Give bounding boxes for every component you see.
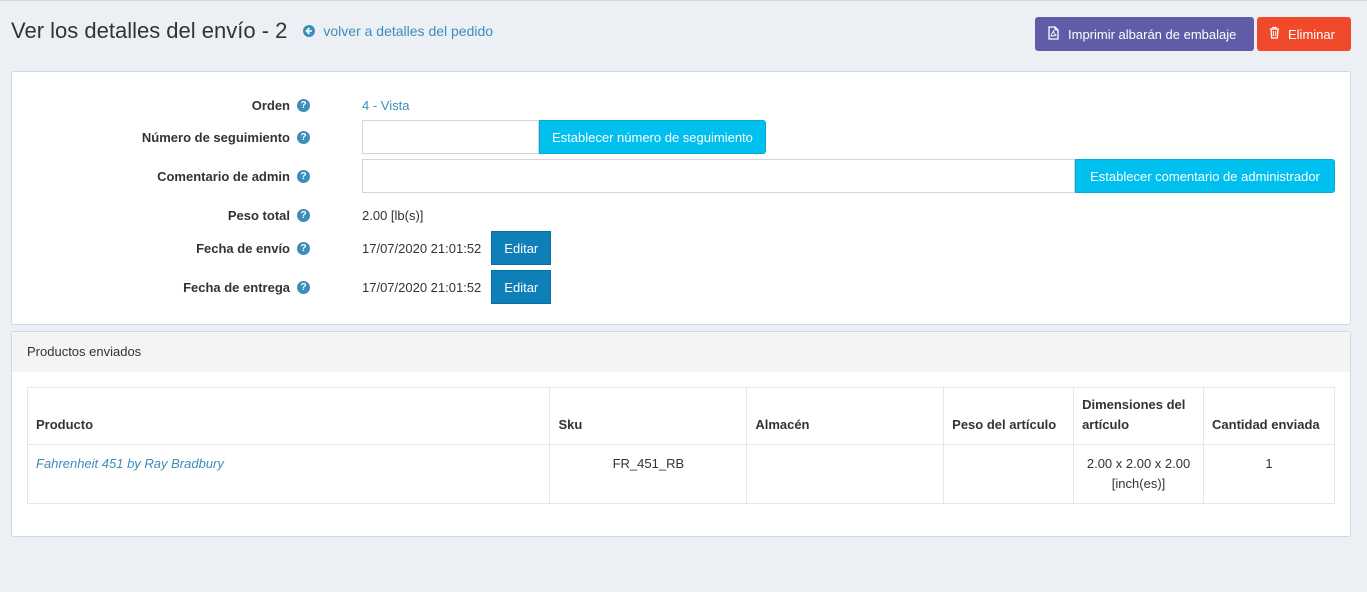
set-admin-comment-button[interactable]: Establecer comentario de administrador xyxy=(1075,159,1335,193)
help-icon[interactable]: ? xyxy=(297,98,310,112)
page-title: Ver los detalles del envío - 2 xyxy=(11,18,288,43)
cell-item-dimensions: 2.00 x 2.00 x 2.00 [inch(es)] xyxy=(1073,444,1205,504)
delivery-date-group: 17/07/2020 21:01:52 Editar xyxy=(362,270,552,304)
delivery-date-value: 17/07/2020 21:01:52 xyxy=(362,279,482,295)
back-to-order-link[interactable]: volver a detalles del pedido xyxy=(303,23,493,39)
help-icon[interactable]: ? xyxy=(297,241,310,255)
delete-button-label: Eliminar xyxy=(1288,26,1335,42)
page-header: Ver los detalles del envío - 2 volver a … xyxy=(11,16,493,46)
ship-date-label-text: Fecha de envío xyxy=(196,240,290,256)
column-header-product[interactable]: Producto xyxy=(26,387,551,445)
delivery-date-label-text: Fecha de entrega xyxy=(183,279,290,295)
cell-item-weight xyxy=(943,444,1075,504)
order-label-text: Orden xyxy=(251,97,290,113)
ship-date-group: 17/07/2020 21:01:52 Editar xyxy=(362,231,552,265)
arrow-circle-left-icon xyxy=(303,25,316,37)
total-weight-label-text: Peso total xyxy=(227,207,290,223)
delete-button[interactable]: Eliminar xyxy=(1257,17,1351,51)
edit-delivery-date-button[interactable]: Editar xyxy=(491,270,552,304)
column-header-quantity-shipped[interactable]: Cantidad enviada xyxy=(1203,387,1335,445)
tracking-number-group: Establecer número de seguimiento xyxy=(362,120,766,154)
help-icon[interactable]: ? xyxy=(297,130,310,144)
admin-comment-input[interactable] xyxy=(362,159,1075,193)
set-tracking-number-button[interactable]: Establecer número de seguimiento xyxy=(539,120,766,154)
cell-quantity-shipped: 1 xyxy=(1203,444,1335,504)
help-icon[interactable]: ? xyxy=(297,208,310,222)
column-header-sku[interactable]: Sku xyxy=(549,387,748,445)
order-link[interactable]: 4 - Vista xyxy=(362,98,409,113)
admin-comment-label-text: Comentario de admin xyxy=(157,168,290,184)
ship-date-label: Fecha de envío ? xyxy=(196,238,310,258)
ship-date-value: 17/07/2020 21:01:52 xyxy=(362,240,482,256)
order-value: 4 - Vista xyxy=(362,95,409,115)
edit-ship-date-button[interactable]: Editar xyxy=(491,231,552,265)
shipped-products-panel: Productos enviados Producto Sku Almacén … xyxy=(11,331,1351,537)
cell-sku: FR_451_RB xyxy=(549,444,748,504)
table-header-row: Producto Sku Almacén Peso del artículo D… xyxy=(26,387,1335,445)
shipped-products-title: Productos enviados xyxy=(12,332,1350,372)
total-weight-label: Peso total ? xyxy=(228,205,310,225)
shipped-products-table: Producto Sku Almacén Peso del artículo D… xyxy=(26,387,1335,504)
tracking-number-input[interactable] xyxy=(362,120,539,154)
print-packaging-slip-button[interactable]: Imprimir albarán de embalaje xyxy=(1035,17,1254,51)
column-header-warehouse[interactable]: Almacén xyxy=(746,387,945,445)
table-row: Fahrenheit 451 by Ray Bradbury FR_451_RB… xyxy=(26,444,1335,504)
order-label: Orden ? xyxy=(252,95,310,115)
delivery-date-label: Fecha de entrega ? xyxy=(183,277,310,297)
shipment-info-panel: Orden ? 4 - Vista Número de seguimiento … xyxy=(11,71,1351,325)
tracking-number-label: Número de seguimiento ? xyxy=(142,127,310,147)
cell-product: Fahrenheit 451 by Ray Bradbury xyxy=(26,444,551,504)
trash-icon xyxy=(1269,26,1288,42)
print-button-label: Imprimir albarán de embalaje xyxy=(1068,26,1237,42)
cell-warehouse xyxy=(746,444,945,504)
product-link[interactable]: Fahrenheit 451 by Ray Bradbury xyxy=(36,456,224,471)
back-link-label: volver a detalles del pedido xyxy=(323,23,494,39)
help-icon[interactable]: ? xyxy=(297,169,310,183)
help-icon[interactable]: ? xyxy=(297,280,310,294)
file-pdf-icon xyxy=(1047,25,1068,43)
total-weight-value: 2.00 [lb(s)] xyxy=(362,207,424,223)
column-header-item-weight[interactable]: Peso del artículo xyxy=(943,387,1075,445)
tracking-label-text: Número de seguimiento xyxy=(141,129,290,145)
admin-comment-group: Establecer comentario de administrador xyxy=(362,159,1335,193)
column-header-item-dimensions[interactable]: Dimensiones del artículo xyxy=(1073,387,1205,445)
admin-comment-label: Comentario de admin ? xyxy=(157,166,310,186)
